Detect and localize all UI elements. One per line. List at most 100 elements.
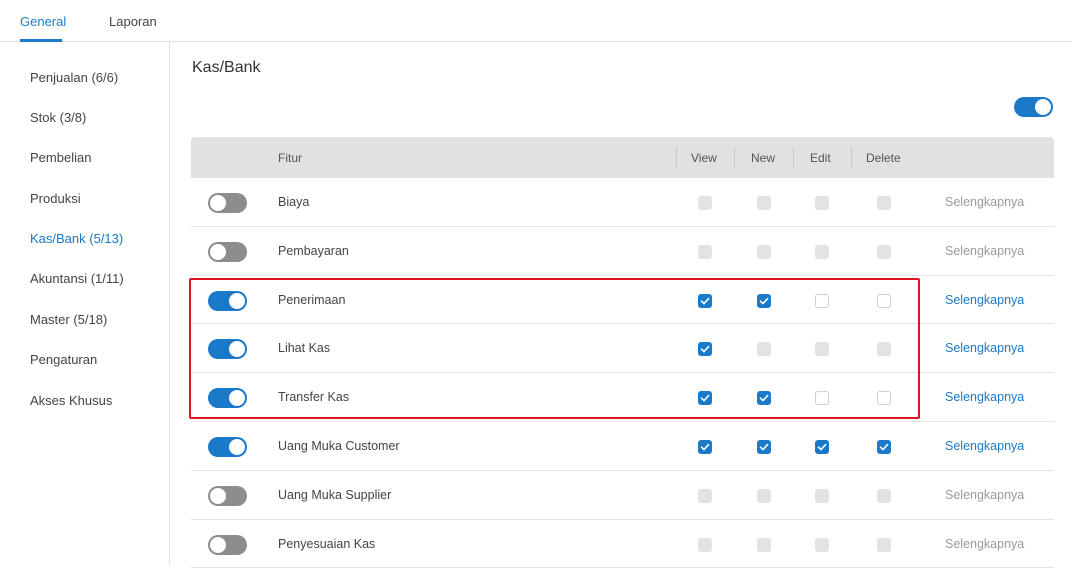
sidebar-item-stok[interactable]: Stok (3/8) <box>30 110 86 125</box>
table-row: Uang Muka Customer Selengkapnya <box>191 422 1054 471</box>
edit-checkbox <box>815 244 829 259</box>
feature-name: Lihat Kas <box>278 341 331 356</box>
column-divider <box>734 147 735 168</box>
view-checkbox[interactable] <box>698 439 712 454</box>
feature-toggle[interactable] <box>208 388 247 409</box>
view-checkbox <box>698 488 712 503</box>
column-divider <box>851 147 852 168</box>
sidebar-item-akuntansi[interactable]: Akuntansi (1/11) <box>30 271 124 286</box>
selengkapnya-link[interactable]: Selengkapnya <box>945 390 1024 404</box>
tab-laporan[interactable]: Laporan <box>109 14 157 29</box>
new-checkbox <box>757 488 771 503</box>
selengkapnya-link: Selengkapnya <box>945 536 1025 551</box>
edit-checkbox[interactable] <box>815 293 829 308</box>
delete-checkbox[interactable] <box>877 391 891 406</box>
toggle-knob <box>210 487 226 504</box>
toggle-knob <box>210 195 226 211</box>
table-row: Lihat Kas Selengkapnya <box>191 324 1054 374</box>
column-header-view: View <box>691 151 717 165</box>
toggle-knob <box>210 243 226 260</box>
sidebar-item-pembelian[interactable]: Pembelian <box>30 150 91 165</box>
view-checkbox <box>698 537 712 552</box>
view-checkbox <box>698 244 712 259</box>
sidebar-item-kas-bank[interactable]: Kas/Bank (5/13) <box>30 231 123 246</box>
delete-checkbox <box>877 488 891 503</box>
edit-checkbox[interactable] <box>815 391 829 406</box>
feature-toggle[interactable] <box>208 241 247 262</box>
view-checkbox[interactable] <box>698 342 712 357</box>
selengkapnya-link[interactable]: Selengkapnya <box>945 293 1024 307</box>
delete-checkbox <box>877 196 891 210</box>
new-checkbox[interactable] <box>757 439 771 454</box>
table-row: Pembayaran Selengkapnya <box>191 227 1054 276</box>
column-header-edit: Edit <box>810 151 831 165</box>
edit-checkbox <box>815 537 829 552</box>
permission-table: Fitur View New Edit Delete Biaya Selengka… <box>191 137 1054 568</box>
new-checkbox <box>757 196 771 210</box>
toggle-knob <box>210 536 226 553</box>
edit-checkbox[interactable] <box>815 439 829 454</box>
sidebar: Penjualan (6/6) Stok (3/8) Pembelian Pro… <box>0 42 170 565</box>
column-divider <box>793 147 794 168</box>
table-body: Biaya Selengkapnya Pembayaran Selengkapnya P… <box>191 178 1054 568</box>
table-row: Penyesuaian Kas Selengkapnya <box>191 520 1054 568</box>
edit-checkbox <box>815 488 829 503</box>
toggle-knob <box>229 438 245 455</box>
new-checkbox[interactable] <box>757 293 771 308</box>
new-checkbox <box>757 537 771 552</box>
edit-checkbox <box>815 342 829 357</box>
feature-name: Uang Muka Customer <box>278 438 400 453</box>
new-checkbox <box>757 342 771 357</box>
new-checkbox <box>757 244 771 259</box>
column-header-new: New <box>751 151 776 165</box>
delete-checkbox <box>877 244 891 259</box>
sidebar-item-penjualan[interactable]: Penjualan (6/6) <box>30 70 118 85</box>
toggle-knob <box>1035 99 1051 115</box>
feature-toggle[interactable] <box>208 485 247 506</box>
selengkapnya-link: Selengkapnya <box>945 195 1025 209</box>
table-row: Transfer Kas Selengkapnya <box>191 373 1054 422</box>
view-checkbox[interactable] <box>698 293 712 308</box>
view-checkbox[interactable] <box>698 391 712 406</box>
feature-name: Transfer Kas <box>278 390 350 405</box>
sidebar-item-produksi[interactable]: Produksi <box>30 191 81 206</box>
table-row: Penerimaan Selengkapnya <box>191 276 1054 325</box>
delete-checkbox[interactable] <box>877 439 891 454</box>
feature-name: Pembayaran <box>278 243 349 258</box>
column-header-delete: Delete <box>866 151 901 165</box>
section-title: Kas/Bank <box>192 59 261 76</box>
selengkapnya-link[interactable]: Selengkapnya <box>945 341 1024 355</box>
selengkapnya-link: Selengkapnya <box>945 487 1025 502</box>
column-divider <box>676 147 677 168</box>
toggle-knob <box>229 292 245 309</box>
feature-name: Penyesuaian Kas <box>278 536 376 551</box>
sidebar-item-master[interactable]: Master (5/18) <box>30 312 107 327</box>
edit-checkbox <box>815 196 829 210</box>
delete-checkbox <box>877 537 891 552</box>
table-row: Uang Muka Supplier Selengkapnya <box>191 471 1054 520</box>
toggle-knob <box>229 341 245 358</box>
view-checkbox <box>698 196 712 210</box>
feature-toggle[interactable] <box>208 534 247 555</box>
top-tab-bar: General Laporan <box>0 0 1072 42</box>
feature-toggle[interactable] <box>208 193 247 213</box>
table-header: Fitur View New Edit Delete <box>191 137 1054 178</box>
feature-name: Uang Muka Supplier <box>278 487 392 502</box>
feature-toggle[interactable] <box>208 290 247 311</box>
selengkapnya-link: Selengkapnya <box>945 243 1025 258</box>
master-toggle[interactable] <box>1014 97 1053 117</box>
feature-name: Penerimaan <box>278 292 346 307</box>
delete-checkbox <box>877 342 891 357</box>
feature-toggle[interactable] <box>208 339 247 360</box>
sidebar-item-pengaturan[interactable]: Pengaturan <box>30 352 97 367</box>
feature-name: Biaya <box>278 195 310 209</box>
feature-toggle[interactable] <box>208 436 247 457</box>
tab-general[interactable]: General <box>20 14 66 29</box>
toggle-knob <box>229 390 245 407</box>
column-header-fitur: Fitur <box>278 151 302 165</box>
sidebar-item-akses-khusus[interactable]: Akses Khusus <box>30 393 112 408</box>
delete-checkbox[interactable] <box>877 293 891 308</box>
table-row: Biaya Selengkapnya <box>191 178 1054 227</box>
selengkapnya-link[interactable]: Selengkapnya <box>945 439 1024 453</box>
new-checkbox[interactable] <box>757 391 771 406</box>
